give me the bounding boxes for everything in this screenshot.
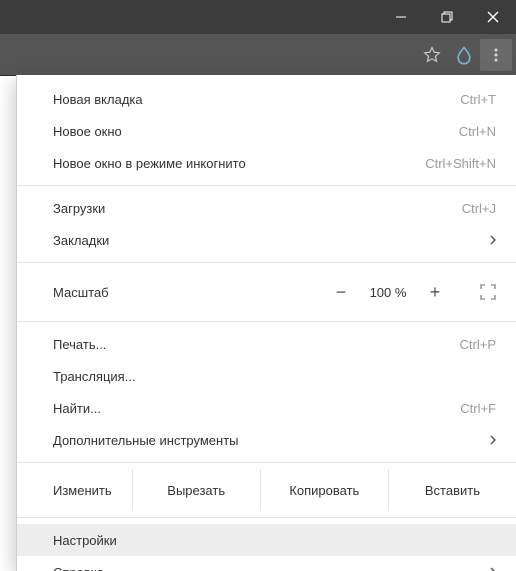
zoom-in-button[interactable]: +: [416, 282, 454, 303]
menu-item-print[interactable]: Печать... Ctrl+P: [17, 328, 516, 360]
menu-shortcut: Ctrl+Shift+N: [425, 156, 496, 171]
menu-label: Печать...: [53, 337, 106, 352]
minimize-icon: [395, 11, 407, 23]
menu-item-help[interactable]: Справка: [17, 556, 516, 571]
menu-shortcut: Ctrl+J: [462, 201, 496, 216]
close-icon: [487, 11, 499, 23]
more-menu-button[interactable]: [480, 39, 512, 71]
bookmark-star-button[interactable]: [416, 39, 448, 71]
menu-label: Справка: [53, 565, 104, 571]
menu-separator: [17, 462, 516, 463]
menu-item-find[interactable]: Найти... Ctrl+F: [17, 392, 516, 424]
menu-item-new-tab[interactable]: Новая вкладка Ctrl+T: [17, 83, 516, 115]
edit-copy-button[interactable]: Копировать: [260, 469, 388, 511]
submenu-arrow-icon: [490, 567, 496, 571]
menu-shortcut: Ctrl+N: [459, 124, 496, 139]
extension-button[interactable]: [448, 39, 480, 71]
menu-shortcut: Ctrl+P: [460, 337, 496, 352]
menu-label: Найти...: [53, 401, 101, 416]
zoom-value: 100 %: [360, 285, 416, 300]
menu-item-downloads[interactable]: Загрузки Ctrl+J: [17, 192, 516, 224]
window-minimize-button[interactable]: [378, 0, 424, 34]
more-vertical-icon: [488, 47, 504, 63]
menu-item-bookmarks[interactable]: Закладки: [17, 224, 516, 256]
menu-item-cast[interactable]: Трансляция...: [17, 360, 516, 392]
submenu-arrow-icon: [490, 435, 496, 445]
star-icon: [423, 46, 441, 64]
menu-label: Закладки: [53, 233, 109, 248]
browser-toolbar: [0, 34, 516, 76]
menu-label: Новое окно: [53, 124, 122, 139]
menu-label: Новая вкладка: [53, 92, 143, 107]
menu-separator: [17, 321, 516, 322]
main-menu: Новая вкладка Ctrl+T Новое окно Ctrl+N Н…: [16, 75, 516, 571]
droplet-icon: [454, 45, 474, 65]
menu-item-more-tools[interactable]: Дополнительные инструменты: [17, 424, 516, 456]
submenu-arrow-icon: [490, 235, 496, 245]
menu-shortcut: Ctrl+T: [460, 92, 496, 107]
menu-item-new-window[interactable]: Новое окно Ctrl+N: [17, 115, 516, 147]
menu-label: Новое окно в режиме инкогнито: [53, 156, 246, 171]
menu-separator: [17, 517, 516, 518]
menu-label: Дополнительные инструменты: [53, 433, 239, 448]
menu-label: Масштаб: [53, 285, 322, 300]
menu-label: Загрузки: [53, 201, 105, 216]
menu-label: Настройки: [53, 533, 117, 548]
menu-item-zoom: Масштаб − 100 % +: [17, 269, 516, 315]
menu-shortcut: Ctrl+F: [460, 401, 496, 416]
fullscreen-button[interactable]: [476, 283, 500, 301]
edit-paste-button[interactable]: Вставить: [388, 469, 516, 511]
maximize-icon: [441, 11, 454, 24]
zoom-controls: − 100 % +: [322, 282, 454, 303]
menu-item-settings[interactable]: Настройки: [17, 524, 516, 556]
menu-edit-row: Изменить Вырезать Копировать Вставить: [17, 469, 516, 511]
edit-cut-button[interactable]: Вырезать: [132, 469, 260, 511]
menu-label: Трансляция...: [53, 369, 136, 384]
zoom-out-button[interactable]: −: [322, 282, 360, 303]
menu-separator: [17, 262, 516, 263]
window-maximize-button[interactable]: [424, 0, 470, 34]
window-titlebar: [0, 0, 516, 34]
fullscreen-icon: [479, 283, 497, 301]
window-close-button[interactable]: [470, 0, 516, 34]
menu-separator: [17, 185, 516, 186]
menu-label: Изменить: [17, 469, 132, 511]
menu-item-incognito[interactable]: Новое окно в режиме инкогнито Ctrl+Shift…: [17, 147, 516, 179]
